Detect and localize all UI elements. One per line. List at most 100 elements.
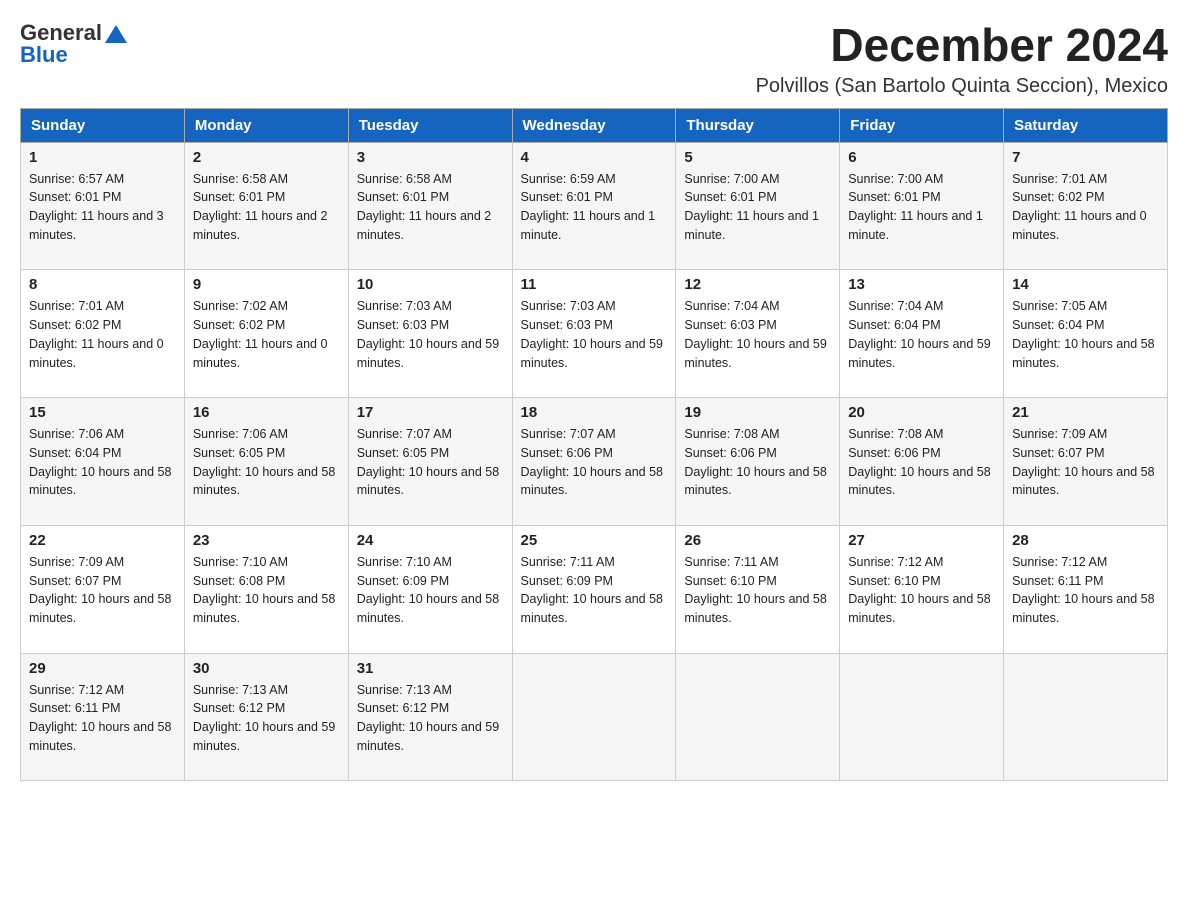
day-info: Sunrise: 7:04 AM Sunset: 6:04 PM Dayligh… [848,297,995,391]
calendar-cell: 17 Sunrise: 7:07 AM Sunset: 6:05 PM Dayl… [348,398,512,526]
calendar-week-row: 22 Sunrise: 7:09 AM Sunset: 6:07 PM Dayl… [21,525,1168,653]
calendar-cell: 30 Sunrise: 7:13 AM Sunset: 6:12 PM Dayl… [184,653,348,781]
calendar-cell: 5 Sunrise: 7:00 AM Sunset: 6:01 PM Dayli… [676,142,840,270]
day-header-tuesday: Tuesday [348,108,512,142]
calendar-cell: 7 Sunrise: 7:01 AM Sunset: 6:02 PM Dayli… [1004,142,1168,270]
day-info: Sunrise: 7:11 AM Sunset: 6:10 PM Dayligh… [684,553,831,647]
calendar-cell [676,653,840,781]
day-info: Sunrise: 7:03 AM Sunset: 6:03 PM Dayligh… [521,297,668,391]
calendar-cell: 15 Sunrise: 7:06 AM Sunset: 6:04 PM Dayl… [21,398,185,526]
calendar-cell: 25 Sunrise: 7:11 AM Sunset: 6:09 PM Dayl… [512,525,676,653]
day-info: Sunrise: 7:09 AM Sunset: 6:07 PM Dayligh… [29,553,176,647]
day-info: Sunrise: 7:12 AM Sunset: 6:10 PM Dayligh… [848,553,995,647]
calendar-cell: 9 Sunrise: 7:02 AM Sunset: 6:02 PM Dayli… [184,270,348,398]
day-number: 28 [1012,532,1159,549]
day-number: 14 [1012,276,1159,293]
day-info: Sunrise: 7:01 AM Sunset: 6:02 PM Dayligh… [1012,170,1159,264]
calendar-week-row: 1 Sunrise: 6:57 AM Sunset: 6:01 PM Dayli… [21,142,1168,270]
day-info: Sunrise: 7:13 AM Sunset: 6:12 PM Dayligh… [357,681,504,775]
calendar-cell: 20 Sunrise: 7:08 AM Sunset: 6:06 PM Dayl… [840,398,1004,526]
day-number: 7 [1012,149,1159,166]
calendar-cell: 3 Sunrise: 6:58 AM Sunset: 6:01 PM Dayli… [348,142,512,270]
calendar-cell: 11 Sunrise: 7:03 AM Sunset: 6:03 PM Dayl… [512,270,676,398]
day-header-thursday: Thursday [676,108,840,142]
day-number: 25 [521,532,668,549]
calendar-cell: 24 Sunrise: 7:10 AM Sunset: 6:09 PM Dayl… [348,525,512,653]
calendar-cell [840,653,1004,781]
day-number: 10 [357,276,504,293]
day-number: 12 [684,276,831,293]
calendar-cell: 21 Sunrise: 7:09 AM Sunset: 6:07 PM Dayl… [1004,398,1168,526]
calendar-cell: 8 Sunrise: 7:01 AM Sunset: 6:02 PM Dayli… [21,270,185,398]
day-number: 30 [193,660,340,677]
calendar-cell: 14 Sunrise: 7:05 AM Sunset: 6:04 PM Dayl… [1004,270,1168,398]
day-info: Sunrise: 6:58 AM Sunset: 6:01 PM Dayligh… [193,170,340,264]
page-header: General Blue December 2024 Polvillos (Sa… [20,20,1168,98]
calendar-cell: 13 Sunrise: 7:04 AM Sunset: 6:04 PM Dayl… [840,270,1004,398]
day-info: Sunrise: 7:13 AM Sunset: 6:12 PM Dayligh… [193,681,340,775]
logo-triangle-icon [105,25,127,43]
day-number: 8 [29,276,176,293]
calendar-cell: 18 Sunrise: 7:07 AM Sunset: 6:06 PM Dayl… [512,398,676,526]
day-info: Sunrise: 7:10 AM Sunset: 6:08 PM Dayligh… [193,553,340,647]
day-number: 4 [521,149,668,166]
location-title: Polvillos (San Bartolo Quinta Seccion), … [756,75,1168,98]
month-title: December 2024 [756,20,1168,71]
day-info: Sunrise: 7:08 AM Sunset: 6:06 PM Dayligh… [848,425,995,519]
calendar-week-row: 8 Sunrise: 7:01 AM Sunset: 6:02 PM Dayli… [21,270,1168,398]
day-info: Sunrise: 7:00 AM Sunset: 6:01 PM Dayligh… [684,170,831,264]
day-info: Sunrise: 7:00 AM Sunset: 6:01 PM Dayligh… [848,170,995,264]
logo-blue-text: Blue [20,42,68,68]
day-info: Sunrise: 7:08 AM Sunset: 6:06 PM Dayligh… [684,425,831,519]
calendar-cell: 6 Sunrise: 7:00 AM Sunset: 6:01 PM Dayli… [840,142,1004,270]
day-info: Sunrise: 6:59 AM Sunset: 6:01 PM Dayligh… [521,170,668,264]
day-info: Sunrise: 6:57 AM Sunset: 6:01 PM Dayligh… [29,170,176,264]
calendar-cell: 12 Sunrise: 7:04 AM Sunset: 6:03 PM Dayl… [676,270,840,398]
calendar-cell: 28 Sunrise: 7:12 AM Sunset: 6:11 PM Dayl… [1004,525,1168,653]
day-number: 5 [684,149,831,166]
calendar-cell: 29 Sunrise: 7:12 AM Sunset: 6:11 PM Dayl… [21,653,185,781]
calendar-week-row: 29 Sunrise: 7:12 AM Sunset: 6:11 PM Dayl… [21,653,1168,781]
day-info: Sunrise: 7:07 AM Sunset: 6:05 PM Dayligh… [357,425,504,519]
day-number: 13 [848,276,995,293]
day-number: 18 [521,404,668,421]
day-info: Sunrise: 7:02 AM Sunset: 6:02 PM Dayligh… [193,297,340,391]
day-info: Sunrise: 7:09 AM Sunset: 6:07 PM Dayligh… [1012,425,1159,519]
calendar-cell: 16 Sunrise: 7:06 AM Sunset: 6:05 PM Dayl… [184,398,348,526]
day-info: Sunrise: 7:10 AM Sunset: 6:09 PM Dayligh… [357,553,504,647]
day-info: Sunrise: 7:11 AM Sunset: 6:09 PM Dayligh… [521,553,668,647]
day-header-wednesday: Wednesday [512,108,676,142]
day-number: 23 [193,532,340,549]
calendar-cell: 22 Sunrise: 7:09 AM Sunset: 6:07 PM Dayl… [21,525,185,653]
day-number: 29 [29,660,176,677]
calendar-week-row: 15 Sunrise: 7:06 AM Sunset: 6:04 PM Dayl… [21,398,1168,526]
day-info: Sunrise: 7:03 AM Sunset: 6:03 PM Dayligh… [357,297,504,391]
day-number: 21 [1012,404,1159,421]
day-number: 17 [357,404,504,421]
day-number: 16 [193,404,340,421]
calendar-cell: 23 Sunrise: 7:10 AM Sunset: 6:08 PM Dayl… [184,525,348,653]
logo: General Blue [20,20,127,68]
day-number: 27 [848,532,995,549]
calendar-cell: 2 Sunrise: 6:58 AM Sunset: 6:01 PM Dayli… [184,142,348,270]
calendar-table: SundayMondayTuesdayWednesdayThursdayFrid… [20,108,1168,782]
day-info: Sunrise: 7:05 AM Sunset: 6:04 PM Dayligh… [1012,297,1159,391]
day-number: 6 [848,149,995,166]
day-number: 20 [848,404,995,421]
day-number: 24 [357,532,504,549]
calendar-cell: 1 Sunrise: 6:57 AM Sunset: 6:01 PM Dayli… [21,142,185,270]
day-info: Sunrise: 7:01 AM Sunset: 6:02 PM Dayligh… [29,297,176,391]
calendar-cell: 4 Sunrise: 6:59 AM Sunset: 6:01 PM Dayli… [512,142,676,270]
day-number: 1 [29,149,176,166]
calendar-cell [512,653,676,781]
day-number: 2 [193,149,340,166]
day-info: Sunrise: 7:12 AM Sunset: 6:11 PM Dayligh… [29,681,176,775]
calendar-cell [1004,653,1168,781]
calendar-cell: 31 Sunrise: 7:13 AM Sunset: 6:12 PM Dayl… [348,653,512,781]
calendar-cell: 27 Sunrise: 7:12 AM Sunset: 6:10 PM Dayl… [840,525,1004,653]
day-number: 31 [357,660,504,677]
day-number: 26 [684,532,831,549]
calendar-header-row: SundayMondayTuesdayWednesdayThursdayFrid… [21,108,1168,142]
day-header-saturday: Saturday [1004,108,1168,142]
day-number: 19 [684,404,831,421]
